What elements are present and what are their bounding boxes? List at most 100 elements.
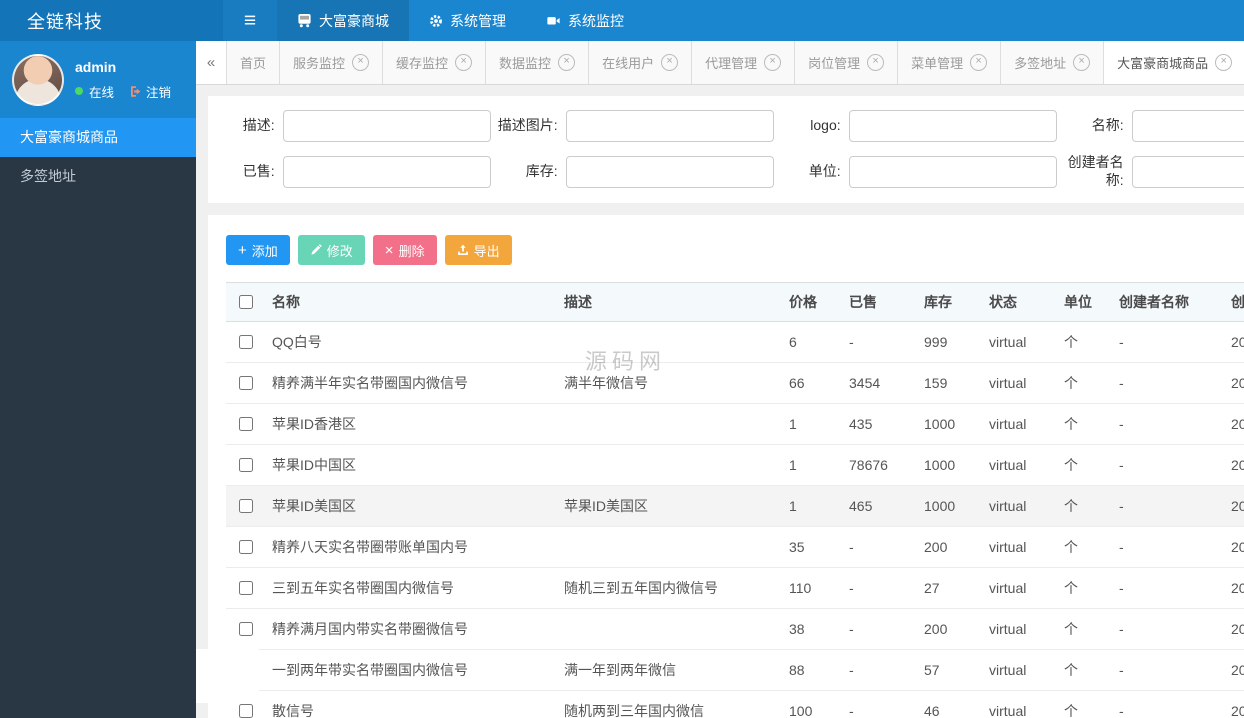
cell-price: 100: [781, 690, 841, 718]
search-input[interactable]: [565, 155, 774, 188]
tab-close-icon[interactable]: ×: [558, 54, 576, 71]
search-input[interactable]: [1131, 110, 1244, 142]
table-row[interactable]: 精养八天实名带圈带账单国内号 35 - 200 virtual 个 - 20: [226, 526, 1244, 568]
cell-created: 20: [1223, 526, 1244, 568]
row-checkbox[interactable]: [238, 417, 253, 431]
column-header: 描述: [556, 282, 781, 322]
table-row[interactable]: 苹果ID中国区 1 78676 1000 virtual 个 - 20: [226, 444, 1244, 486]
edit-button[interactable]: 修改: [297, 235, 365, 265]
tab-close-icon[interactable]: ×: [764, 54, 782, 71]
cell-stock: 27: [916, 567, 981, 609]
row-checkbox[interactable]: [238, 335, 253, 349]
cell-unit: 个: [1056, 362, 1111, 404]
topbar: 全链科技 ≡ 大富豪商城 系统管理 系统监控: [0, 0, 1244, 41]
search-input[interactable]: [1131, 155, 1244, 188]
tab[interactable]: 大富豪商城商品 ×: [1104, 41, 1244, 84]
cell-status: virtual: [981, 321, 1056, 363]
topbar-menu-item[interactable]: 系统管理: [409, 0, 526, 41]
search-input[interactable]: [282, 110, 491, 142]
cell-desc: [556, 526, 781, 568]
cell-desc: 随机三到五年国内微信号: [556, 567, 781, 609]
row-checkbox[interactable]: [238, 704, 253, 718]
column-header: 创: [1223, 282, 1244, 322]
tab[interactable]: 首页: [227, 41, 281, 84]
mall-icon: [297, 13, 312, 28]
tab[interactable]: 在线用户 ×: [589, 41, 693, 84]
search-input[interactable]: [848, 155, 1057, 188]
row-checkbox[interactable]: [238, 581, 253, 595]
tab-label: 在线用户: [602, 56, 655, 71]
cell-unit: 个: [1056, 403, 1111, 445]
table-row[interactable]: QQ白号 6 - 999 virtual 个 - 20: [226, 321, 1244, 363]
row-checkbox[interactable]: [238, 540, 253, 554]
delete-button-label: 删除: [398, 243, 425, 259]
sidebar-item[interactable]: 多签地址: [0, 157, 196, 196]
sidebar-item[interactable]: 大富豪商城商品: [0, 118, 196, 157]
topbar-menu-item[interactable]: 大富豪商城: [277, 0, 409, 41]
table-row[interactable]: 三到五年实名带圈国内微信号 随机三到五年国内微信号 110 - 27 virtu…: [226, 567, 1244, 609]
row-checkbox[interactable]: [238, 622, 253, 636]
topbar-menu-label: 大富豪商城: [319, 12, 389, 29]
tab-close-icon[interactable]: ×: [661, 54, 679, 71]
cell-creator: -: [1111, 690, 1223, 718]
cell-sold: 3454: [841, 362, 916, 404]
cell-desc: [556, 608, 781, 650]
row-checkbox[interactable]: [238, 499, 253, 513]
select-all-checkbox[interactable]: [238, 295, 253, 309]
cell-name: 苹果ID香港区: [264, 403, 556, 445]
row-checkbox[interactable]: [238, 458, 253, 472]
cell-unit: 个: [1056, 608, 1111, 650]
search-row-2: 已售: 库存: 单位: 创建者名称:: [208, 154, 1244, 189]
table-panel: + 添加 修改 × 删除 导出 名称 描述 价格 已售 库存 状态 单位 创建者…: [208, 215, 1244, 718]
sidebar-menu: 大富豪商城商品 多签地址: [0, 118, 196, 196]
tab[interactable]: 缓存监控 ×: [383, 41, 487, 84]
topbar-menu-label: 系统监控: [568, 12, 624, 29]
table-row[interactable]: 精养满半年实名带圈国内微信号 满半年微信号 66 3454 159 virtua…: [226, 362, 1244, 404]
content-area: 描述: 描述图片: logo: 名称: 已售: 库存: 单位: 创建者名称: +: [196, 85, 1244, 718]
search-field-label: 描述图片:: [497, 117, 558, 134]
tab-close-icon[interactable]: ×: [1215, 54, 1233, 71]
topbar-menu-item[interactable]: 系统监控: [526, 0, 644, 41]
cell-desc: 苹果ID美国区: [556, 485, 781, 527]
tab-close-icon[interactable]: ×: [970, 54, 988, 71]
tab-close-icon[interactable]: ×: [867, 54, 885, 71]
add-button[interactable]: + 添加: [226, 235, 290, 265]
user-panel: admin 在线 注销: [0, 41, 196, 118]
cell-price: 1: [781, 485, 841, 527]
delete-button[interactable]: × 删除: [372, 235, 437, 265]
tab[interactable]: 岗位管理 ×: [795, 41, 899, 84]
tab[interactable]: 多签地址 ×: [1001, 41, 1105, 84]
tab[interactable]: 数据监控 ×: [486, 41, 590, 84]
cell-sold: -: [841, 526, 916, 568]
logout-link[interactable]: 注销: [146, 82, 171, 101]
cell-status: virtual: [981, 567, 1056, 609]
hamburger-menu-icon[interactable]: ≡: [223, 0, 277, 41]
search-field: 描述:: [208, 110, 491, 142]
search-field-label: 创建者名称:: [1067, 154, 1124, 188]
search-input[interactable]: [848, 110, 1057, 142]
tab[interactable]: 代理管理 ×: [692, 41, 796, 84]
table-row[interactable]: 苹果ID香港区 1 435 1000 virtual 个 - 20: [226, 403, 1244, 445]
table-row[interactable]: 散信号 随机两到三年国内微信 100 - 46 virtual 个 - 20: [226, 690, 1244, 718]
search-input[interactable]: [282, 155, 491, 188]
cell-stock: 57: [916, 649, 981, 691]
cell-desc: 满一年到两年微信: [556, 649, 781, 691]
search-input[interactable]: [565, 110, 774, 142]
tab-close-icon[interactable]: ×: [455, 54, 473, 71]
cell-creator: -: [1111, 362, 1223, 404]
collapse-tabs-button[interactable]: «: [196, 41, 227, 84]
table-row[interactable]: 精养满月国内带实名带圈微信号 38 - 200 virtual 个 - 20: [226, 608, 1244, 650]
export-button[interactable]: 导出: [444, 235, 512, 265]
cell-desc: 随机两到三年国内微信: [556, 690, 781, 718]
table-row[interactable]: 一到两年带实名带圈国内微信号 满一年到两年微信 88 - 57 virtual …: [226, 649, 1244, 691]
row-checkbox[interactable]: [238, 376, 253, 390]
tab[interactable]: 服务监控 ×: [280, 41, 384, 84]
tab[interactable]: 菜单管理 ×: [898, 41, 1002, 84]
column-header: 名称: [264, 282, 556, 322]
tab-close-icon[interactable]: ×: [1073, 54, 1091, 71]
table-row[interactable]: 苹果ID美国区 苹果ID美国区 1 465 1000 virtual 个 - 2…: [226, 485, 1244, 527]
cell-unit: 个: [1056, 485, 1111, 527]
tab-close-icon[interactable]: ×: [352, 54, 370, 71]
cell-unit: 个: [1056, 649, 1111, 691]
table-body: QQ白号 6 - 999 virtual 个 - 20 精养满半年实名带圈国内微…: [226, 321, 1244, 718]
